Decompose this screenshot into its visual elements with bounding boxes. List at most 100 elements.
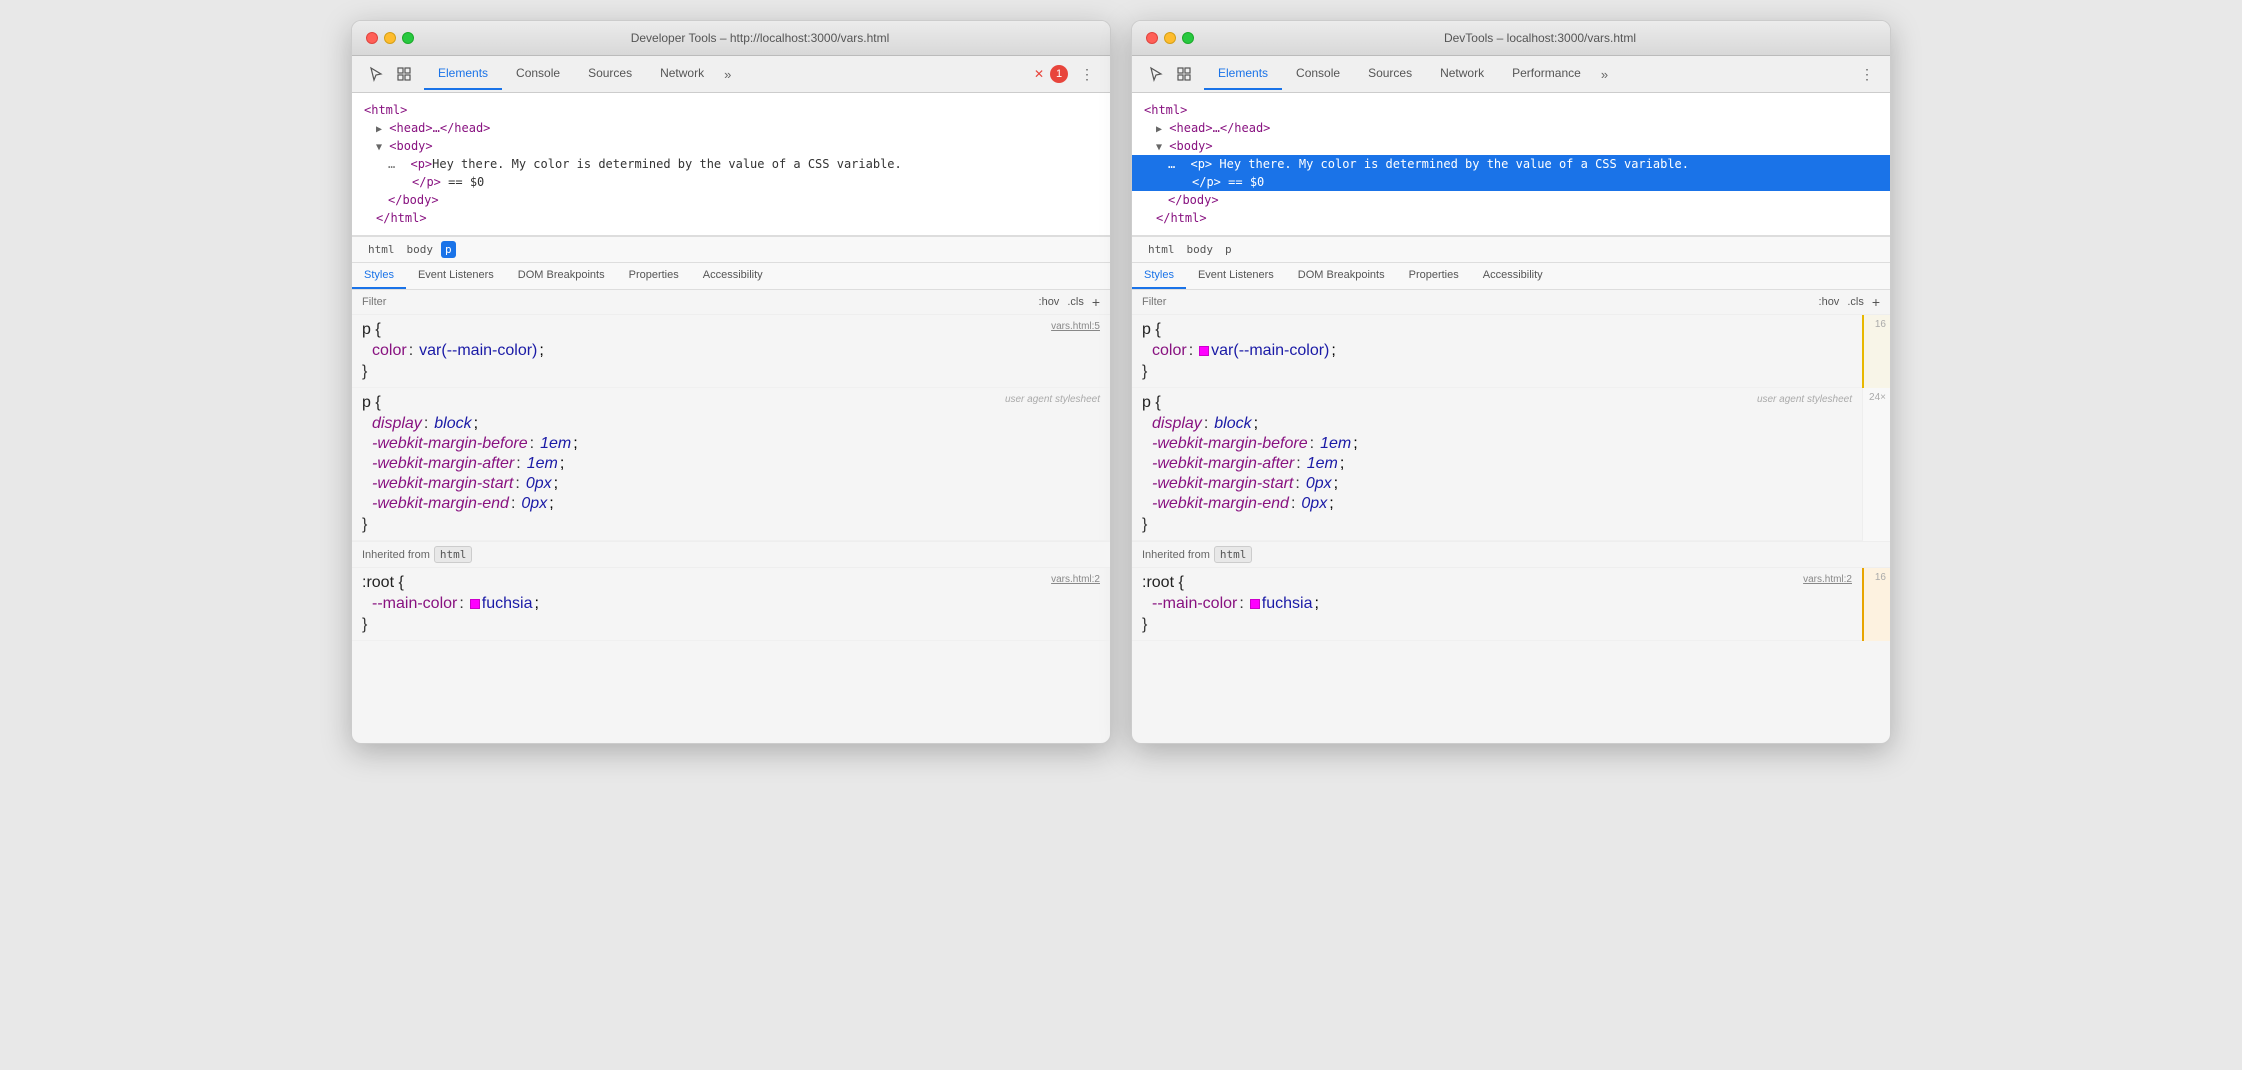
menu-dots-2[interactable]: ⋮ (1852, 60, 1882, 89)
bc-p-2[interactable]: p (1221, 241, 1236, 258)
minimize-button-1[interactable] (384, 32, 396, 44)
error-icon-1: ✕ (1034, 67, 1044, 81)
closing-brace-ua-1: } (352, 514, 1110, 536)
closing-brace-2: } (1132, 361, 1862, 383)
source-link-root-2[interactable]: vars.html:2 (1803, 574, 1852, 585)
bc-html-1[interactable]: html (364, 241, 399, 258)
styles-tab-properties-1[interactable]: Properties (617, 263, 691, 289)
inherited-tag-1[interactable]: html (434, 546, 473, 563)
tab-elements-2[interactable]: Elements (1204, 58, 1282, 90)
rule-header-root-2: :root { vars.html:2 (1132, 572, 1862, 594)
toolbar-1: Elements Console Sources Network » ✕ 1 ⋮ (352, 56, 1110, 93)
tab-sources-1[interactable]: Sources (574, 58, 646, 90)
inherited-tag-2[interactable]: html (1214, 546, 1253, 563)
dom-line-html-2: <html> (1132, 101, 1890, 119)
close-button-2[interactable] (1146, 32, 1158, 44)
close-button-1[interactable] (366, 32, 378, 44)
css-rule-p-ua-2: p { user agent stylesheet display : bloc… (1132, 388, 1862, 541)
dom-line-body-2[interactable]: ▼ <body> (1132, 137, 1890, 155)
ua-label-2: user agent stylesheet (1757, 394, 1852, 405)
more-tabs-icon-1[interactable]: » (718, 59, 737, 90)
rule-header-ua-2: p { user agent stylesheet (1132, 392, 1862, 414)
prop-margin-after-2: -webkit-margin-after : 1em; (1132, 454, 1862, 474)
styles-tab-accessibility-2[interactable]: Accessibility (1471, 263, 1555, 289)
tab-performance-2[interactable]: Performance (1498, 58, 1595, 90)
minimize-button-2[interactable] (1164, 32, 1176, 44)
tab-sources-2[interactable]: Sources (1354, 58, 1426, 90)
triangle-head-2[interactable]: ▶ (1156, 124, 1162, 135)
styles-tab-eventlisteners-2[interactable]: Event Listeners (1186, 263, 1286, 289)
tab-console-1[interactable]: Console (502, 58, 574, 90)
cursor-icon-2[interactable] (1144, 62, 1168, 86)
dom-line-body-close: </body> (352, 191, 1110, 209)
bc-body-2[interactable]: body (1183, 241, 1218, 258)
cls-button-2[interactable]: .cls (1847, 296, 1864, 308)
triangle-body-2[interactable]: ▼ (1156, 142, 1162, 153)
breadcrumb-1: html body p (352, 236, 1110, 263)
styles-tab-styles-2[interactable]: Styles (1132, 263, 1186, 289)
color-swatch-fuchsia-root-2[interactable] (1250, 599, 1260, 609)
toolbar-2: Elements Console Sources Network Perform… (1132, 56, 1890, 93)
devtools-content-2: <html> ▶ <head>…</head> ▼ <body> … <p> H… (1132, 93, 1890, 743)
prop-main-color-1: --main-color : fuchsia ; (352, 594, 1110, 614)
dom-line-ellipsis: … <p>Hey there. My color is determined b… (352, 155, 1110, 173)
dom-line-head[interactable]: ▶ <head>…</head> (352, 119, 1110, 137)
tab-console-2[interactable]: Console (1282, 58, 1354, 90)
prop-margin-before-2: -webkit-margin-before : 1em; (1132, 434, 1862, 454)
styles-tab-dombreakpoints-2[interactable]: DOM Breakpoints (1286, 263, 1397, 289)
cursor-icon[interactable] (364, 62, 388, 86)
error-badge-1: 1 (1050, 65, 1068, 83)
tab-elements-1[interactable]: Elements (424, 58, 502, 90)
menu-dots-1[interactable]: ⋮ (1072, 60, 1102, 89)
inspector-icon[interactable] (392, 62, 416, 86)
traffic-lights-2 (1146, 32, 1194, 44)
selector-2: p { (1142, 321, 1161, 339)
line-num-sidebar-root-2: 16 (1862, 568, 1890, 641)
selector-ua-2: p { (1142, 394, 1161, 412)
inspector-icon-2[interactable] (1172, 62, 1196, 86)
dom-line-body[interactable]: ▼ <body> (352, 137, 1110, 155)
tab-network-1[interactable]: Network (646, 58, 718, 90)
bc-body-1[interactable]: body (403, 241, 438, 258)
cls-button-1[interactable]: .cls (1067, 296, 1084, 308)
dom-line-head-2[interactable]: ▶ <head>…</head> (1132, 119, 1890, 137)
filter-input-1[interactable] (362, 296, 1033, 308)
dom-line-p-close-selected-2[interactable]: </p> == $0 (1132, 173, 1890, 191)
source-link-1[interactable]: vars.html:5 (1051, 321, 1100, 332)
styles-tab-eventlisteners-1[interactable]: Event Listeners (406, 263, 506, 289)
styles-section-1: Styles Event Listeners DOM Breakpoints P… (352, 263, 1110, 743)
css-scroll-area-2[interactable]: p { color : var(--main-color) ; } (1132, 315, 1890, 743)
dom-tree-1: <html> ▶ <head>…</head> ▼ <body> … <p>He… (352, 93, 1110, 236)
add-rule-button-1[interactable]: + (1092, 294, 1100, 310)
triangle-body[interactable]: ▼ (376, 142, 382, 153)
styles-tab-dombreakpoints-1[interactable]: DOM Breakpoints (506, 263, 617, 289)
more-tabs-icon-2[interactable]: » (1595, 59, 1614, 90)
add-rule-button-2[interactable]: + (1872, 294, 1880, 310)
styles-tab-properties-2[interactable]: Properties (1397, 263, 1471, 289)
maximize-button-1[interactable] (402, 32, 414, 44)
tab-network-2[interactable]: Network (1426, 58, 1498, 90)
source-link-root-1[interactable]: vars.html:2 (1051, 574, 1100, 585)
maximize-button-2[interactable] (1182, 32, 1194, 44)
bc-html-2[interactable]: html (1144, 241, 1179, 258)
css-scroll-area-1[interactable]: p { vars.html:5 color : var(--main-color… (352, 315, 1110, 743)
hov-button-2[interactable]: :hov (1819, 296, 1840, 308)
rule-header-2: p { (1132, 319, 1862, 341)
css-rule-p-ua-2-wrapper: p { user agent stylesheet display : bloc… (1132, 388, 1890, 541)
rule-header-root-1: :root { vars.html:2 (352, 572, 1110, 594)
bc-p-1[interactable]: p (441, 241, 456, 258)
prop-margin-end-2: -webkit-margin-end : 0px; (1132, 494, 1862, 514)
hov-button-1[interactable]: :hov (1039, 296, 1060, 308)
closing-brace-root-2: } (1132, 614, 1862, 636)
triangle-head[interactable]: ▶ (376, 124, 382, 135)
title-bar-2: DevTools – localhost:3000/vars.html (1132, 21, 1890, 56)
prop-margin-after-1: -webkit-margin-after : 1em; (352, 454, 1110, 474)
styles-tabs-2: Styles Event Listeners DOM Breakpoints P… (1132, 263, 1890, 290)
dom-panel-2: <html> ▶ <head>…</head> ▼ <body> … <p> H… (1132, 93, 1890, 263)
styles-tab-styles-1[interactable]: Styles (352, 263, 406, 289)
color-swatch-fuchsia-2[interactable] (1199, 346, 1209, 356)
dom-line-p-selected-2[interactable]: … <p> Hey there. My color is determined … (1132, 155, 1890, 173)
color-swatch-fuchsia-1[interactable] (470, 599, 480, 609)
styles-tab-accessibility-1[interactable]: Accessibility (691, 263, 775, 289)
filter-input-2[interactable] (1142, 296, 1813, 308)
